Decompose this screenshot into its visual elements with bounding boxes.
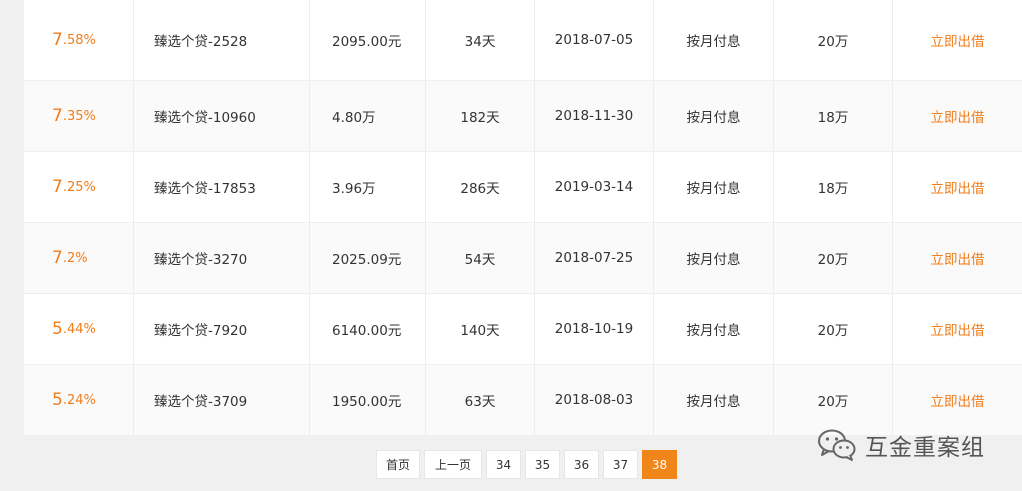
lend-now-link[interactable]: 立即出借 — [893, 152, 1022, 222]
repay-method: 按月付息 — [654, 365, 774, 435]
lend-now-link[interactable]: 立即出借 — [893, 0, 1022, 80]
loan-table: 7.58% 臻选个贷-2528 2095.00元 34天 2018-07-05 … — [24, 0, 1022, 436]
loan-name: 臻选个贷-3270 — [134, 223, 310, 293]
wechat-icon — [817, 428, 857, 462]
table-row: 5.24% 臻选个贷-3709 1950.00元 63天 2018-08-03 … — [24, 365, 1022, 436]
watermark-text: 互金重案组 — [865, 435, 985, 461]
loan-term: 140天 — [426, 294, 535, 364]
loan-date: 2018-07-25 — [535, 223, 654, 293]
loan-limit: 20万 — [774, 223, 893, 293]
lend-now-link[interactable]: 立即出借 — [893, 294, 1022, 364]
rate-decimal: .2% — [62, 250, 88, 266]
loan-amount: 6140.00元 — [310, 294, 426, 364]
table-row: 7.25% 臻选个贷-17853 3.96万 286天 2019-03-14 按… — [24, 152, 1022, 223]
page-button-37[interactable]: 37 — [603, 450, 638, 479]
loan-term: 182天 — [426, 81, 535, 151]
loan-date: 2019-03-14 — [535, 152, 654, 222]
repay-method: 按月付息 — [654, 152, 774, 222]
loan-term: 54天 — [426, 223, 535, 293]
rate-cell: 7.58% — [24, 0, 134, 80]
page-button-34[interactable]: 34 — [486, 450, 521, 479]
page-button-current[interactable]: 38 — [642, 450, 677, 479]
loan-date: 2018-08-03 — [535, 365, 654, 435]
rate-cell: 5.24% — [24, 365, 134, 435]
loan-name: 臻选个贷-17853 — [134, 152, 310, 222]
loan-term: 286天 — [426, 152, 535, 222]
loan-limit: 18万 — [774, 81, 893, 151]
loan-date: 2018-10-19 — [535, 294, 654, 364]
repay-method: 按月付息 — [654, 0, 774, 80]
rate-integer: 7 — [52, 177, 63, 197]
watermark: 互金重案组 — [817, 428, 985, 462]
loan-amount: 3.96万 — [310, 152, 426, 222]
rate-integer: 5 — [52, 390, 63, 410]
rate-decimal: .24% — [62, 392, 96, 408]
rate-integer: 7 — [52, 30, 63, 50]
loan-amount: 4.80万 — [310, 81, 426, 151]
rate-cell: 7.35% — [24, 81, 134, 151]
pagination: 首页 上一页 34 35 36 37 38 — [376, 450, 677, 479]
table-row: 7.35% 臻选个贷-10960 4.80万 182天 2018-11-30 按… — [24, 81, 1022, 152]
page-button-35[interactable]: 35 — [525, 450, 560, 479]
loan-name: 臻选个贷-7920 — [134, 294, 310, 364]
lend-now-link[interactable]: 立即出借 — [893, 365, 1022, 435]
rate-decimal: .58% — [62, 32, 96, 48]
loan-term: 63天 — [426, 365, 535, 435]
loan-amount: 2095.00元 — [310, 0, 426, 80]
loan-limit: 20万 — [774, 294, 893, 364]
rate-decimal: .35% — [62, 108, 96, 124]
loan-limit: 20万 — [774, 365, 893, 435]
rate-integer: 7 — [52, 106, 63, 126]
rate-integer: 7 — [52, 248, 63, 268]
table-row: 5.44% 臻选个贷-7920 6140.00元 140天 2018-10-19… — [24, 294, 1022, 365]
loan-date: 2018-11-30 — [535, 81, 654, 151]
loan-amount: 2025.09元 — [310, 223, 426, 293]
table-row: 7.58% 臻选个贷-2528 2095.00元 34天 2018-07-05 … — [24, 0, 1022, 81]
loan-limit: 18万 — [774, 152, 893, 222]
loan-term: 34天 — [426, 0, 535, 80]
rate-cell: 5.44% — [24, 294, 134, 364]
repay-method: 按月付息 — [654, 81, 774, 151]
rate-decimal: .25% — [62, 179, 96, 195]
prev-page-button[interactable]: 上一页 — [424, 450, 482, 479]
loan-name: 臻选个贷-10960 — [134, 81, 310, 151]
lend-now-link[interactable]: 立即出借 — [893, 223, 1022, 293]
loan-limit: 20万 — [774, 0, 893, 80]
repay-method: 按月付息 — [654, 294, 774, 364]
loan-amount: 1950.00元 — [310, 365, 426, 435]
rate-decimal: .44% — [62, 321, 96, 337]
lend-now-link[interactable]: 立即出借 — [893, 81, 1022, 151]
loan-name: 臻选个贷-2528 — [134, 0, 310, 80]
rate-cell: 7.25% — [24, 152, 134, 222]
loan-date: 2018-07-05 — [535, 0, 654, 80]
repay-method: 按月付息 — [654, 223, 774, 293]
rate-integer: 5 — [52, 319, 63, 339]
page-button-36[interactable]: 36 — [564, 450, 599, 479]
first-page-button[interactable]: 首页 — [376, 450, 420, 479]
rate-cell: 7.2% — [24, 223, 134, 293]
table-row: 7.2% 臻选个贷-3270 2025.09元 54天 2018-07-25 按… — [24, 223, 1022, 294]
loan-name: 臻选个贷-3709 — [134, 365, 310, 435]
